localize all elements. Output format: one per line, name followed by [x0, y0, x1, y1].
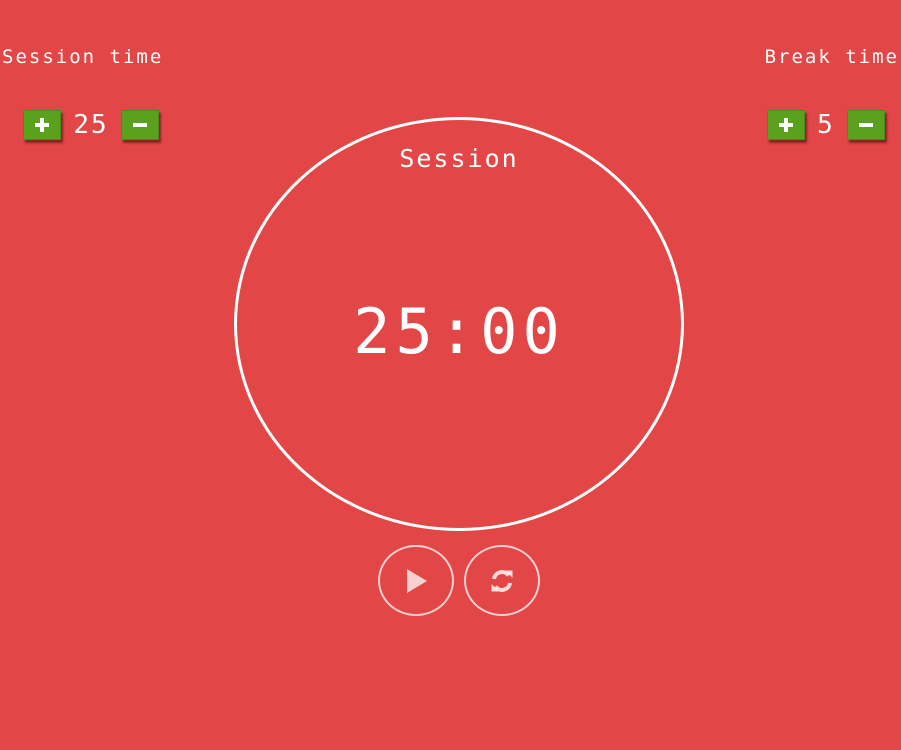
break-time-control: 5	[767, 109, 885, 141]
minus-icon	[859, 123, 873, 127]
session-time-label: Session time	[2, 46, 164, 68]
break-increment-button[interactable]	[767, 110, 805, 140]
play-button[interactable]	[378, 545, 454, 616]
timer-clock: Session 25:00	[234, 117, 684, 531]
session-time-control: 25	[23, 109, 159, 141]
timer-display: 25:00	[353, 295, 565, 368]
break-decrement-button[interactable]	[847, 110, 885, 140]
session-decrement-button[interactable]	[121, 110, 159, 140]
break-time-value: 5	[817, 110, 835, 140]
minus-icon	[133, 123, 147, 127]
timer-mode-label: Session	[399, 144, 519, 173]
break-time-label: Break time	[764, 46, 899, 68]
session-time-value: 25	[73, 110, 109, 140]
reset-button[interactable]	[464, 545, 540, 616]
session-increment-button[interactable]	[23, 110, 61, 140]
plus-icon	[779, 118, 793, 132]
plus-icon	[35, 118, 49, 132]
refresh-icon	[491, 569, 513, 592]
play-icon	[407, 568, 427, 593]
